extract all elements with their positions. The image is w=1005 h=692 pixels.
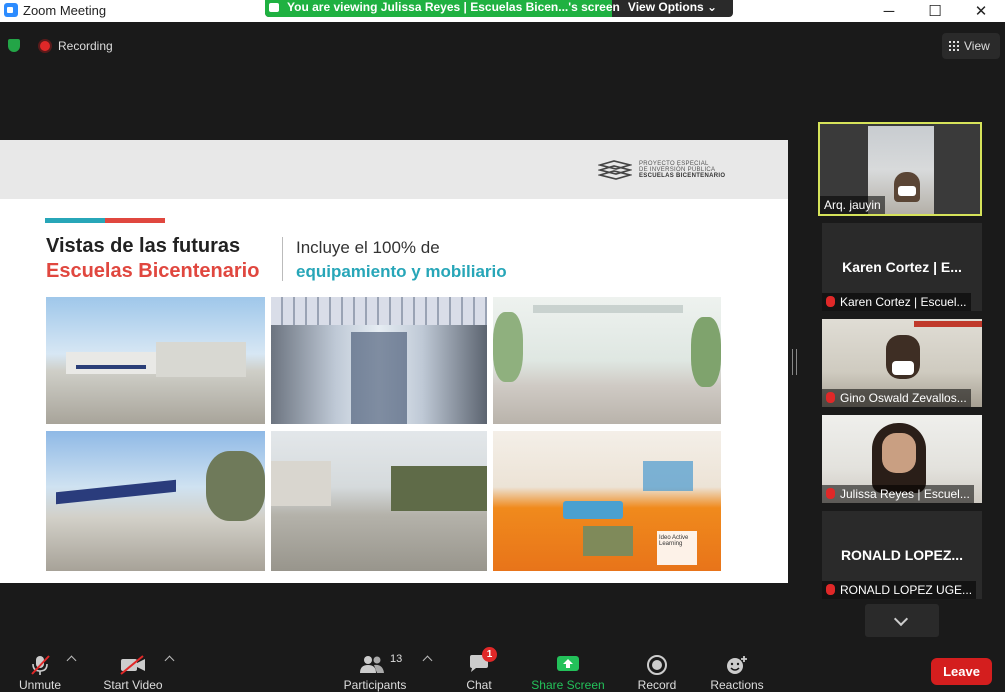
view-button[interactable]: View bbox=[942, 33, 1000, 59]
participant-tile[interactable]: RONALD LOPEZ... RONALD LOPEZ UGE... bbox=[822, 511, 982, 599]
participant-name-text: RONALD LOPEZ UGE... bbox=[840, 583, 973, 597]
chat-unread-badge: 1 bbox=[482, 647, 497, 662]
record-button[interactable]: Record bbox=[632, 642, 682, 692]
chat-label: Chat bbox=[466, 678, 492, 692]
record-dot-icon bbox=[40, 41, 50, 51]
leave-button[interactable]: Leave bbox=[931, 658, 992, 685]
render-school-buildings bbox=[271, 431, 487, 571]
shared-screen: PROYECTO ESPECIAL DE INVERSIÓN PÚBLICA E… bbox=[0, 140, 788, 583]
participant-tile[interactable]: Karen Cortez | E... Karen Cortez | Escue… bbox=[822, 223, 982, 311]
org-line-3: ESCUELAS BICENTENARIO bbox=[639, 173, 726, 179]
record-icon bbox=[647, 655, 667, 675]
reactions-button[interactable]: Reactions bbox=[706, 642, 768, 692]
slide-heading-line2: Escuelas Bicentenario bbox=[46, 260, 260, 282]
render-school-exterior bbox=[46, 297, 265, 424]
participant-tile[interactable]: Arq. jauyin bbox=[818, 122, 982, 216]
slide-subheading-line1: Incluye el 100% de bbox=[296, 238, 440, 257]
participant-name-text: Gino Oswald Zevallos... bbox=[840, 391, 967, 405]
participant-name: Arq. jauyin bbox=[820, 196, 885, 214]
participant-name: RONALD LOPEZ UGE... bbox=[822, 581, 977, 599]
reactions-label: Reactions bbox=[710, 678, 764, 692]
image-caption: Ideo Active Learning bbox=[659, 535, 689, 547]
meeting-toolbar: Unmute Start Video 13 Participants Chat … bbox=[0, 642, 1005, 692]
banner-text: You are viewing Julissa Reyes | Escuelas… bbox=[287, 0, 620, 14]
zoom-logo-icon bbox=[4, 3, 18, 17]
panel-resize-handle[interactable] bbox=[792, 349, 797, 375]
participants-label: Participants bbox=[343, 678, 407, 692]
recording-label: Recording bbox=[58, 39, 113, 53]
screen-share-banner: You are viewing Julissa Reyes | Escuelas… bbox=[265, 0, 733, 17]
participant-name: Karen Cortez | Escuel... bbox=[822, 293, 971, 311]
maximize-button[interactable]: ☐ bbox=[912, 0, 958, 22]
org-logo-icon bbox=[598, 160, 632, 180]
close-button[interactable]: ✕ bbox=[958, 0, 1004, 22]
mic-muted-icon bbox=[826, 392, 835, 403]
view-options-button[interactable]: View Options ⌄ bbox=[612, 0, 733, 17]
unmute-label: Unmute bbox=[18, 678, 62, 692]
minimize-button[interactable]: ─ bbox=[866, 0, 912, 22]
participant-name: Julissa Reyes | Escuel... bbox=[822, 485, 974, 503]
mic-muted-icon bbox=[826, 296, 835, 307]
render-classroom-interior: Ideo Active Learning bbox=[493, 431, 721, 571]
view-label: View bbox=[964, 39, 990, 53]
slide-header: PROYECTO ESPECIAL DE INVERSIÓN PÚBLICA E… bbox=[0, 140, 788, 199]
start-video-label: Start Video bbox=[103, 678, 163, 692]
participant-tile[interactable]: Julissa Reyes | Escuel... bbox=[822, 415, 982, 503]
window-title: Zoom Meeting bbox=[23, 3, 107, 18]
share-screen-label: Share Screen bbox=[531, 678, 605, 692]
render-courtyard-canopy bbox=[46, 431, 265, 571]
accent-bar-red bbox=[105, 218, 165, 223]
participants-count: 13 bbox=[390, 653, 403, 665]
mic-muted-icon bbox=[826, 584, 835, 595]
slide-subheading-line2: equipamiento y mobiliario bbox=[296, 262, 507, 281]
participant-name: Gino Oswald Zevallos... bbox=[822, 389, 971, 407]
participants-icon bbox=[360, 656, 384, 673]
render-covered-plaza bbox=[493, 297, 721, 424]
participants-options-chevron-icon[interactable] bbox=[422, 655, 433, 666]
share-screen-icon bbox=[557, 656, 579, 671]
scroll-down-button[interactable] bbox=[865, 604, 939, 637]
participant-tile[interactable]: Gino Oswald Zevallos... bbox=[822, 319, 982, 407]
participant-name-text: Julissa Reyes | Escuel... bbox=[840, 487, 970, 501]
share-screen-button[interactable]: Share Screen bbox=[528, 642, 608, 692]
start-video-button[interactable]: Start Video bbox=[98, 642, 168, 692]
banner-status: You are viewing Julissa Reyes | Escuelas… bbox=[265, 0, 620, 17]
participant-display-name: Karen Cortez | E... bbox=[842, 259, 962, 275]
reactions-icon bbox=[727, 656, 747, 674]
record-label: Record bbox=[637, 678, 677, 692]
participant-name-text: Karen Cortez | Escuel... bbox=[840, 295, 967, 309]
render-interior-atrium bbox=[271, 297, 487, 424]
participants-panel: Arq. jauyin Karen Cortez | E... Karen Co… bbox=[810, 120, 1005, 640]
slide-heading-line1: Vistas de las futuras bbox=[46, 235, 241, 257]
status-bar: Recording View bbox=[0, 22, 1005, 70]
screen-share-icon bbox=[269, 3, 279, 12]
unmute-button[interactable]: Unmute bbox=[8, 642, 72, 692]
heading-divider bbox=[282, 237, 283, 281]
participants-button[interactable]: 13 Participants bbox=[338, 642, 412, 692]
shield-icon[interactable] bbox=[8, 39, 20, 52]
accent-bar-teal bbox=[45, 218, 105, 223]
mic-muted-icon bbox=[31, 655, 50, 675]
video-off-icon bbox=[120, 655, 145, 675]
org-name: PROYECTO ESPECIAL DE INVERSIÓN PÚBLICA E… bbox=[639, 161, 725, 179]
participant-display-name: RONALD LOPEZ... bbox=[840, 547, 964, 563]
grid-icon bbox=[949, 41, 959, 51]
mic-muted-icon bbox=[826, 488, 835, 499]
